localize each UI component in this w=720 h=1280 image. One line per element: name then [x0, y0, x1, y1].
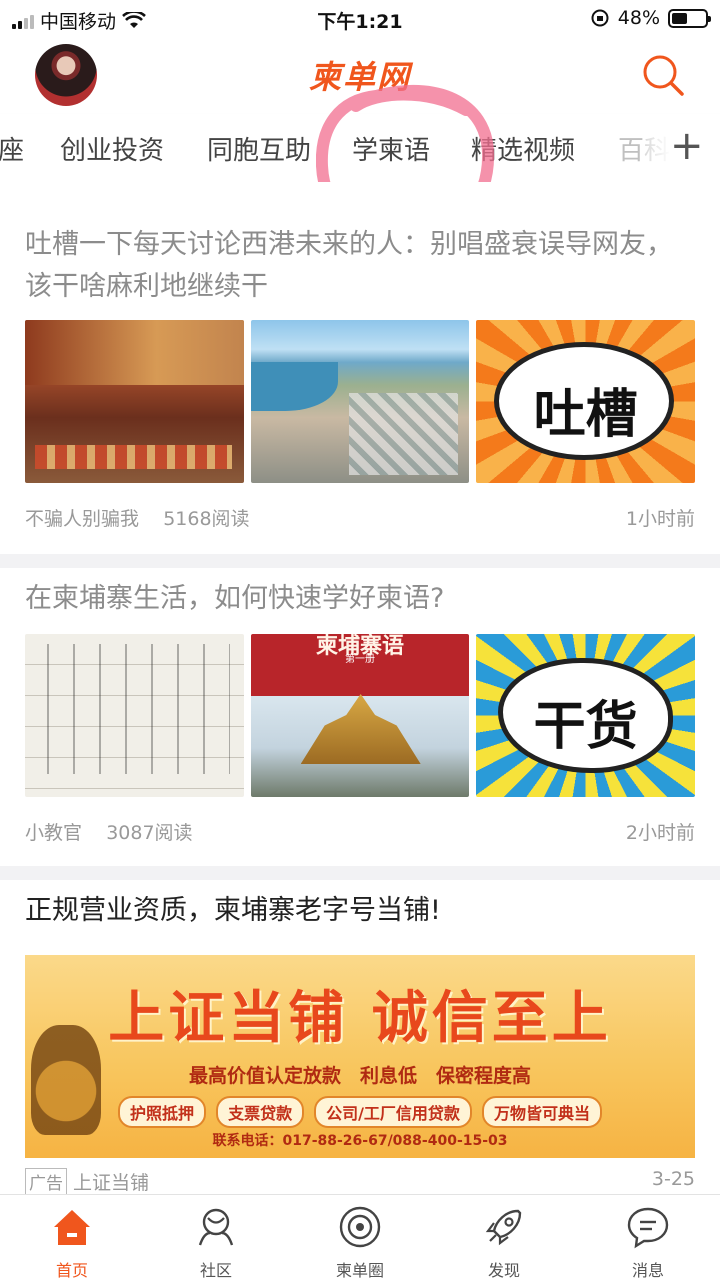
ad-pill: 护照抵押: [118, 1096, 207, 1128]
tab-mutual-help[interactable]: 同胞互助: [207, 130, 311, 167]
thumb-book-sub: 第一册: [345, 654, 375, 665]
orientation-lock-icon: [591, 9, 609, 27]
article-meta: 小教官 3087阅读 2小时前: [25, 818, 695, 845]
nav-label: 发现: [487, 1261, 520, 1280]
thumb-text-complain: 吐槽: [533, 385, 638, 445]
battery-percent: 48%: [617, 7, 660, 29]
article-thumbnails: 柬埔寨语 第一册 干货: [25, 634, 696, 797]
section-divider: [0, 866, 720, 880]
article-reads: 5168阅读: [163, 508, 250, 530]
ad-meta: 广告 上证当铺 3-25: [25, 1168, 695, 1195]
article-title[interactable]: 吐槽一下每天讨论西港未来的人：别唱盛衰误导网友，该干啥麻利地继续干: [25, 224, 695, 308]
ad-tag: 广告: [25, 1168, 67, 1195]
thumb-text-tips: 干货: [533, 697, 638, 757]
nav-label: 柬单圈: [335, 1261, 384, 1280]
ad-pill: 万物皆可典当: [481, 1096, 602, 1128]
app-logo: 柬单网: [308, 58, 411, 96]
ad-contact: 联系电话：017-88-26-67/088-400-15-03: [212, 1133, 508, 1149]
ad-banner-title: 上证当铺 诚信至上: [108, 985, 612, 1051]
section-divider: [0, 554, 720, 568]
tab-startup-investment[interactable]: 创业投资: [60, 130, 164, 167]
nav-discover[interactable]: 发现: [432, 1195, 576, 1280]
status-bar: 中国移动 下午1:21 48%: [0, 0, 720, 38]
article-time: 2小时前: [625, 822, 695, 844]
ad-banner-subtitle: 最高价值认定放款 利息低 保密程度高: [188, 1065, 531, 1087]
thumb-complain-graphic: 吐槽: [476, 320, 696, 483]
home-icon: [54, 1210, 90, 1245]
bottom-nav: 首页 社区 柬单圈 发现 消息: [0, 1194, 720, 1280]
ad-services: 护照抵押 支票贷款 公司/工厂信用贷款 万物皆可典当: [25, 1096, 695, 1128]
battery-fill: [672, 12, 687, 24]
thumb-handwriting-notes: [25, 634, 244, 797]
thumb-tips-graphic: 干货: [476, 634, 696, 797]
article-thumbnails: 吐槽: [25, 320, 696, 483]
nav-messages[interactable]: 消息: [576, 1195, 720, 1280]
plus-icon: +: [670, 123, 704, 169]
app-header: 柬单网: [0, 38, 720, 114]
tab-learn-khmer[interactable]: 学柬语: [352, 130, 430, 167]
ad-banner[interactable]: 上证当铺 诚信至上 最高价值认定放款 利息低 保密程度高 护照抵押 支票贷款 公…: [25, 955, 695, 1158]
circle-icon: [339, 1206, 381, 1248]
tab-featured-videos[interactable]: 精选视频: [471, 130, 575, 167]
ad-date: 3-25: [651, 1168, 695, 1190]
article-title[interactable]: 在柬埔寨生活，如何快速学好柬语?: [25, 578, 695, 620]
nav-circle[interactable]: 柬单圈: [288, 1195, 432, 1280]
ad-pill: 支票贷款: [216, 1096, 305, 1128]
nav-label: 社区: [199, 1261, 232, 1280]
search-icon[interactable]: [640, 52, 686, 98]
ad-title[interactable]: 正规营业资质，柬埔寨老字号当铺!: [25, 890, 695, 932]
article-reads: 3087阅读: [106, 822, 193, 844]
article-meta: 不骗人别骗我 5168阅读 1小时前: [25, 504, 695, 531]
article-author: 小教官: [25, 822, 83, 844]
rocket-icon: [485, 1209, 522, 1246]
nav-home[interactable]: 首页: [0, 1195, 144, 1280]
article-time: 1小时前: [625, 508, 695, 530]
community-icon: [198, 1208, 234, 1246]
nav-label: 消息: [631, 1261, 664, 1280]
more-tabs-button[interactable]: +: [644, 114, 720, 182]
thumb-khmer-textbook: 柬埔寨语 第一册: [250, 634, 470, 797]
thumb-street-scene: [25, 320, 244, 483]
article-card[interactable]: 在柬埔寨生活，如何快速学好柬语? 柬埔寨语 第一册 干货 小教官 3087阅读 …: [0, 568, 720, 866]
nav-label: 首页: [55, 1261, 88, 1280]
article-author: 不骗人别骗我: [25, 508, 140, 530]
ad-pill: 公司/工厂信用贷款: [314, 1096, 472, 1128]
ad-sponsor: 上证当铺: [73, 1172, 150, 1194]
category-tabs: 座 创业投资 同胞互助 学柬语 精选视频 百科 +: [0, 114, 720, 182]
tab-partial-left[interactable]: 座: [0, 130, 24, 167]
thumb-city-aerial: [250, 320, 470, 483]
battery-icon: [668, 8, 711, 28]
article-card[interactable]: 吐槽一下每天讨论西港未来的人：别唱盛衰误导网友，该干啥麻利地继续干 吐槽 不骗人…: [0, 182, 720, 554]
nav-community[interactable]: 社区: [144, 1195, 288, 1280]
message-icon: [627, 1207, 669, 1249]
